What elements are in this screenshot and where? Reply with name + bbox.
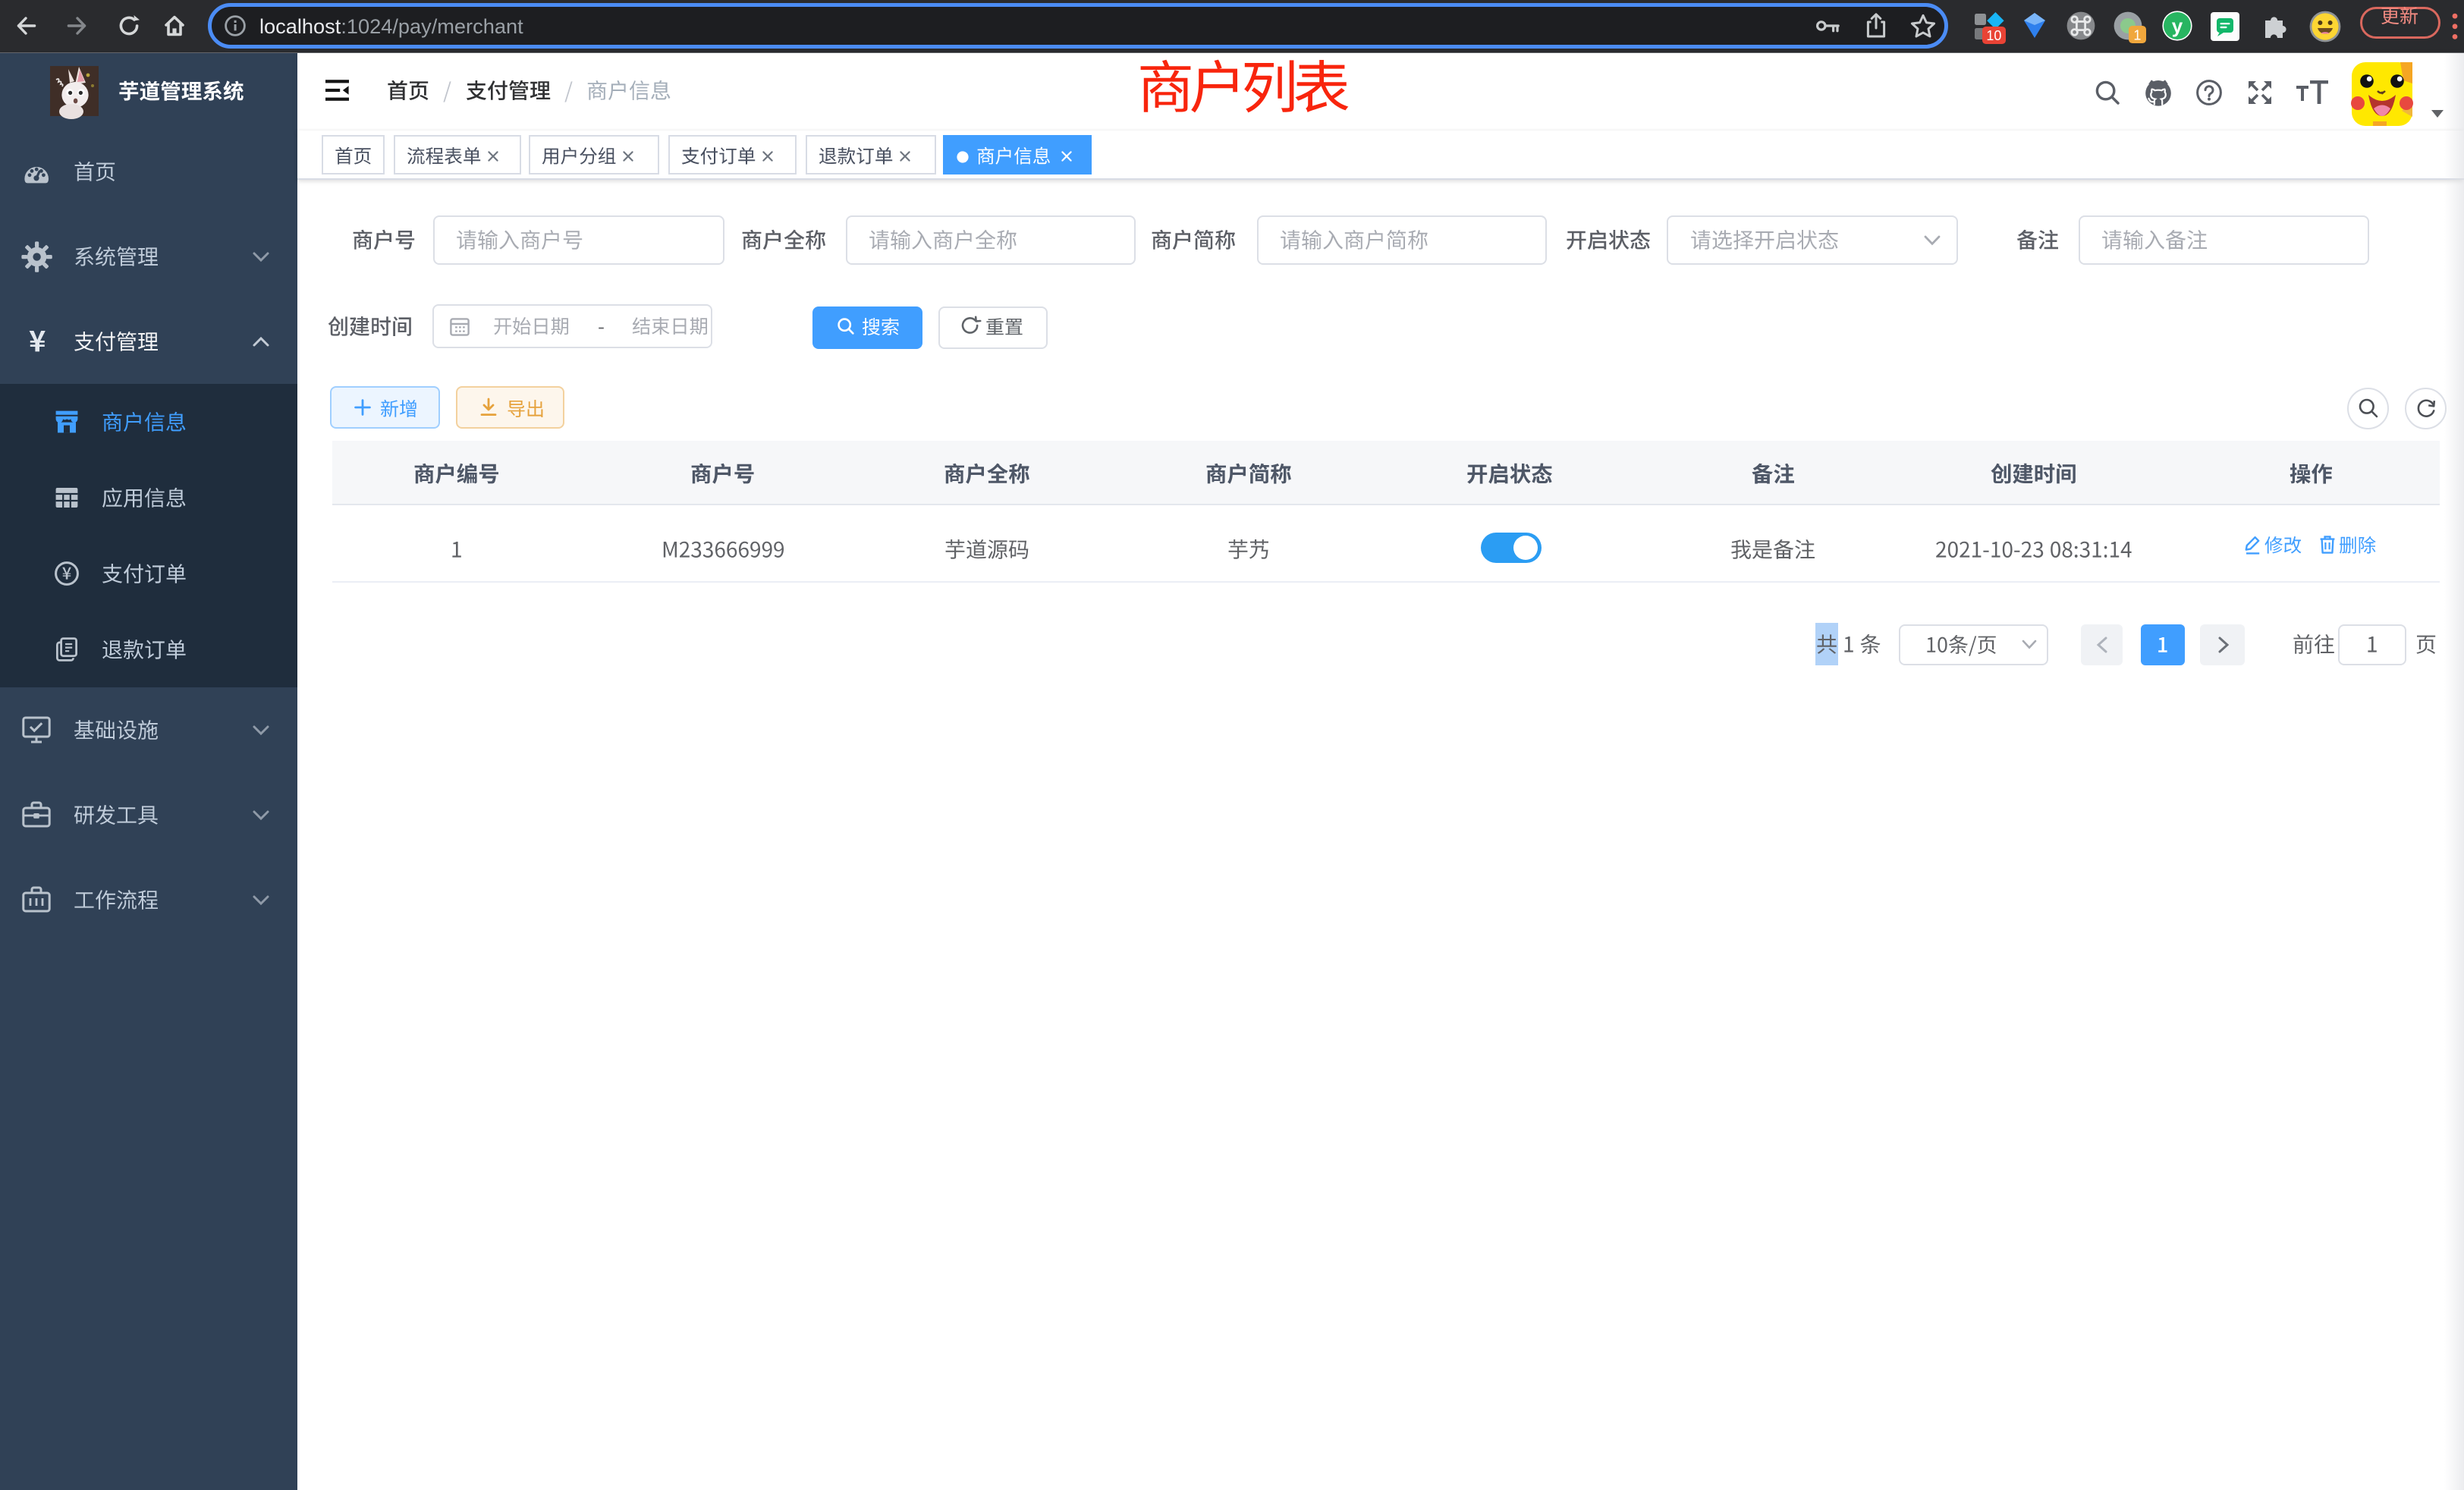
svg-text:10: 10: [1986, 28, 2001, 43]
svg-text:y: y: [2172, 14, 2183, 37]
svg-text:1: 1: [2133, 27, 2141, 42]
